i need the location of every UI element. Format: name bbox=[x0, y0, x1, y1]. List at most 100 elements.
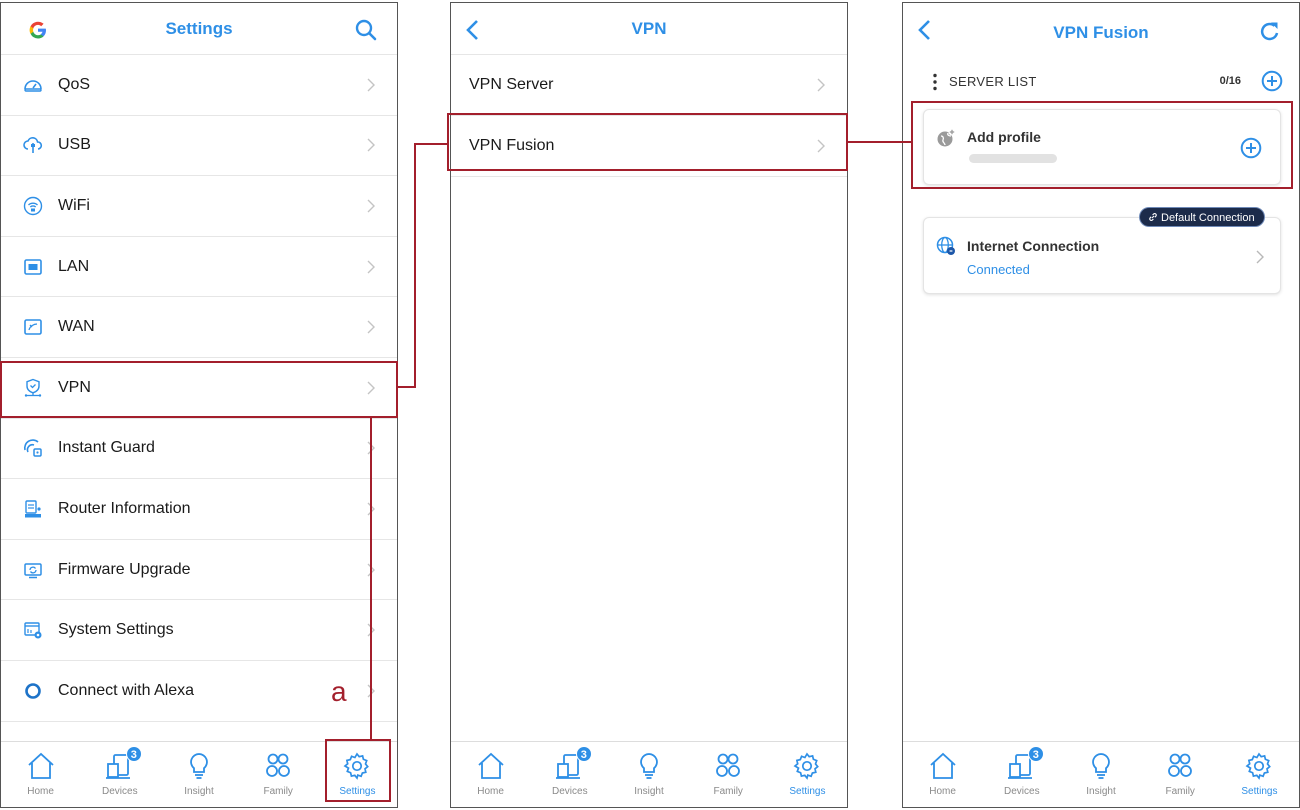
settings-item-router-information[interactable]: Router Information bbox=[1, 479, 397, 540]
lightbulb-icon bbox=[183, 750, 215, 782]
home-icon bbox=[25, 750, 57, 782]
settings-item-label: Instant Guard bbox=[58, 439, 155, 457]
vpn-row-highlight bbox=[0, 361, 398, 418]
tab-home[interactable]: Home bbox=[451, 742, 530, 807]
system-settings-icon bbox=[23, 620, 43, 640]
internet-connection-card[interactable]: Internet Connection Connected bbox=[923, 217, 1281, 294]
settings-item-firmware-upgrade[interactable]: Firmware Upgrade bbox=[1, 540, 397, 601]
settings-item-label: System Settings bbox=[58, 621, 174, 639]
tab-family[interactable]: Family bbox=[1141, 742, 1220, 807]
search-icon[interactable] bbox=[353, 17, 379, 43]
globe-wan-icon bbox=[936, 236, 956, 256]
connector-line bbox=[414, 143, 448, 145]
tab-settings[interactable]: Settings bbox=[1220, 742, 1299, 807]
firmware-upgrade-icon bbox=[23, 560, 43, 580]
tab-label: Settings bbox=[789, 786, 826, 797]
chevron-right-icon bbox=[367, 320, 375, 334]
link-icon bbox=[1149, 213, 1157, 221]
family-icon bbox=[262, 750, 294, 782]
settings-item-usb[interactable]: USB bbox=[1, 116, 397, 177]
settings-item-qos[interactable]: QoS bbox=[1, 55, 397, 116]
default-connection-label: Default Connection bbox=[1161, 212, 1255, 224]
chevron-right-icon bbox=[367, 138, 375, 152]
tab-label: Family bbox=[713, 786, 743, 797]
connector-line bbox=[370, 418, 372, 740]
settings-item-label: WiFi bbox=[58, 196, 90, 214]
settings-item-lan[interactable]: LAN bbox=[1, 237, 397, 298]
settings-item-label: Firmware Upgrade bbox=[58, 560, 191, 578]
devices-count-badge: 3 bbox=[125, 746, 142, 762]
page-title: VPN bbox=[631, 19, 667, 38]
lightbulb-icon bbox=[633, 750, 665, 782]
vpn-fusion-row-highlight bbox=[447, 113, 848, 171]
tab-label: Devices bbox=[102, 786, 138, 797]
tab-insight[interactable]: Insight bbox=[1061, 742, 1140, 807]
settings-item-label: Router Information bbox=[58, 499, 191, 517]
tab-insight[interactable]: Insight bbox=[609, 742, 688, 807]
ethernet-port-icon bbox=[23, 257, 43, 277]
default-connection-badge: Default Connection bbox=[1139, 207, 1265, 227]
vpn-header: VPN bbox=[451, 3, 847, 55]
chevron-right-icon bbox=[817, 78, 825, 92]
tab-family[interactable]: Family bbox=[689, 742, 768, 807]
tab-family[interactable]: Family bbox=[239, 742, 318, 807]
server-list-label: SERVER LIST bbox=[949, 74, 1037, 89]
settings-item-system-settings[interactable]: System Settings bbox=[1, 600, 397, 661]
server-count: 0/16 bbox=[1219, 75, 1241, 87]
router-info-icon bbox=[23, 499, 43, 519]
chevron-right-icon bbox=[1256, 250, 1264, 264]
tab-label: Settings bbox=[1241, 786, 1278, 797]
tab-devices[interactable]: 3 Devices bbox=[530, 742, 609, 807]
more-vertical-icon[interactable] bbox=[933, 73, 937, 91]
tab-label: Devices bbox=[552, 786, 588, 797]
tab-devices[interactable]: 3 Devices bbox=[982, 742, 1061, 807]
devices-count-badge: 3 bbox=[1027, 746, 1044, 762]
refresh-icon[interactable] bbox=[1257, 19, 1283, 45]
tab-label: Insight bbox=[634, 786, 664, 797]
settings-item-label: QoS bbox=[58, 75, 91, 93]
lightbulb-icon bbox=[1085, 750, 1117, 782]
connector-line bbox=[848, 141, 912, 143]
tab-home[interactable]: Home bbox=[903, 742, 982, 807]
tab-home[interactable]: Home bbox=[1, 742, 80, 807]
settings-item-instant-guard[interactable]: Instant Guard bbox=[1, 419, 397, 480]
add-profile-highlight bbox=[911, 101, 1293, 189]
alexa-icon bbox=[23, 681, 43, 701]
tab-insight[interactable]: Insight bbox=[159, 742, 238, 807]
settings-tab-highlight bbox=[325, 739, 391, 802]
tab-label: Insight bbox=[1086, 786, 1116, 797]
tab-devices[interactable]: 3 Devices bbox=[80, 742, 159, 807]
family-icon bbox=[712, 750, 744, 782]
globe-box-icon bbox=[23, 317, 43, 337]
family-icon bbox=[1164, 750, 1196, 782]
add-server-icon[interactable] bbox=[1261, 70, 1283, 92]
vpn-item-vpn-server[interactable]: VPN Server bbox=[451, 55, 847, 116]
page-title: VPN Fusion bbox=[1053, 23, 1149, 42]
internet-connection-title: Internet Connection bbox=[967, 238, 1100, 254]
settings-item-label: USB bbox=[58, 136, 91, 154]
settings-item-label: LAN bbox=[58, 257, 90, 275]
settings-item-label: WAN bbox=[58, 318, 95, 336]
tab-label: Family bbox=[263, 786, 293, 797]
chevron-right-icon bbox=[367, 78, 375, 92]
tab-label: Family bbox=[1165, 786, 1195, 797]
tab-label: Home bbox=[929, 786, 956, 797]
bottom-tab-bar: Home 3 Devices Insight Family Settings bbox=[451, 741, 847, 807]
server-list-header: SERVER LIST 0/16 bbox=[903, 69, 1299, 95]
wifi-icon bbox=[23, 196, 43, 216]
tab-label: Home bbox=[27, 786, 54, 797]
connector-line bbox=[414, 143, 416, 388]
settings-item-wan[interactable]: WAN bbox=[1, 297, 397, 358]
chevron-right-icon bbox=[367, 260, 375, 274]
vpn-fusion-header: VPN Fusion bbox=[903, 3, 1299, 55]
tab-label: Home bbox=[477, 786, 504, 797]
tab-settings[interactable]: Settings bbox=[768, 742, 847, 807]
page-title: Settings bbox=[165, 19, 233, 38]
instant-guard-icon bbox=[23, 438, 43, 458]
tab-label: Insight bbox=[184, 786, 214, 797]
home-icon bbox=[927, 750, 959, 782]
settings-item-wifi[interactable]: WiFi bbox=[1, 176, 397, 237]
tab-label: Devices bbox=[1004, 786, 1040, 797]
speedometer-icon bbox=[23, 75, 43, 95]
devices-count-badge: 3 bbox=[575, 746, 592, 762]
